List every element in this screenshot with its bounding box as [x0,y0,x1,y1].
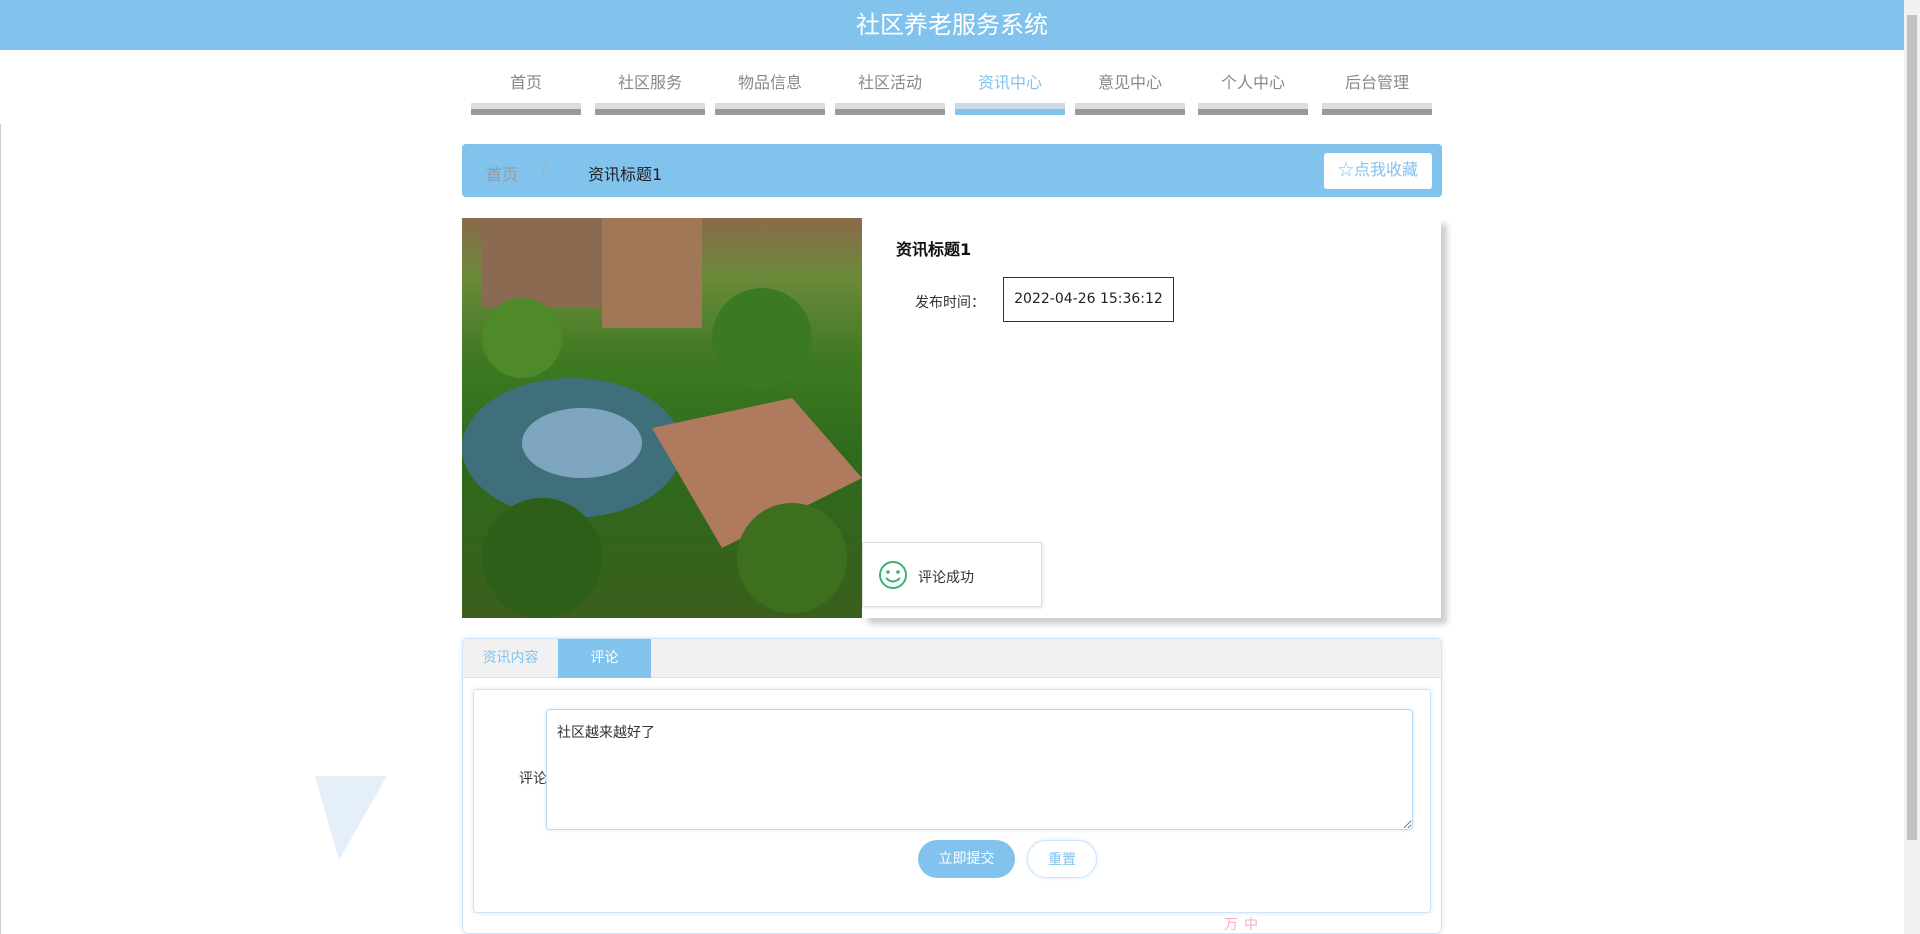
nav-item-admin[interactable]: 后台管理 [1322,70,1432,115]
breadcrumb-home[interactable]: 首页 [486,161,518,185]
nav-label: 社区活动 [857,73,922,92]
nav-label: 资讯中心 [977,73,1042,92]
news-title: 资讯标题1 [896,240,972,259]
submit-button[interactable]: 立即提交 [918,840,1015,878]
smile-icon [879,561,907,589]
tab-comments[interactable]: 评论 [558,639,651,678]
reset-button[interactable]: 重置 [1027,840,1097,878]
nav-label: 社区服务 [617,73,682,92]
nav-label: 首页 [509,73,542,92]
publish-time-label: 发布时间： [915,295,985,311]
publish-time-value: 2022-04-26 15:36:12 [1003,277,1174,322]
garden-illustration [462,218,862,618]
nav-label: 后台管理 [1344,73,1409,92]
tab-panel: 资讯内容 评论 评论 社区越来越好了 立即提交 重置 [462,638,1442,934]
scrollbar-thumb[interactable] [1907,15,1917,840]
comment-input[interactable]: 社区越来越好了 [546,709,1413,830]
main-nav: 首页 社区服务 物品信息 社区活动 资讯中心 意见中心 个人中心 后台管理 [471,70,1433,115]
site-header: 社区养老服务系统 [0,0,1904,50]
page-border [0,124,1,934]
breadcrumb-separator: / [542,161,547,177]
nav-item-home[interactable]: 首页 [471,70,581,115]
nav-item-activities[interactable]: 社区活动 [835,70,945,115]
tab-news-content[interactable]: 资讯内容 [463,639,558,678]
decorative-triangle [303,776,387,860]
breadcrumb: 首页 / 资讯标题1 ☆点我收藏 [462,144,1442,197]
toast-text: 评论成功 [918,570,974,586]
nav-item-feedback[interactable]: 意见中心 [1075,70,1185,115]
toast-message: 评论成功 [862,542,1042,607]
favorite-button[interactable]: ☆点我收藏 [1324,153,1432,189]
breadcrumb-current: 资讯标题1 [588,165,663,184]
news-image [462,218,862,618]
nav-item-profile[interactable]: 个人中心 [1198,70,1308,115]
scrollbar[interactable] [1904,0,1920,934]
nav-item-goods[interactable]: 物品信息 [715,70,825,115]
site-title: 社区养老服务系统 [856,11,1048,39]
comment-form: 评论 社区越来越好了 立即提交 重置 [473,689,1431,913]
nav-item-news[interactable]: 资讯中心 [955,70,1065,115]
nav-label: 物品信息 [737,73,802,92]
nav-label: 个人中心 [1220,73,1285,92]
comment-label: 评论 [519,771,547,787]
nav-item-community-service[interactable]: 社区服务 [595,70,705,115]
nav-label: 意见中心 [1097,73,1162,92]
ime-toolbar[interactable]: 万中 [1224,914,1264,934]
